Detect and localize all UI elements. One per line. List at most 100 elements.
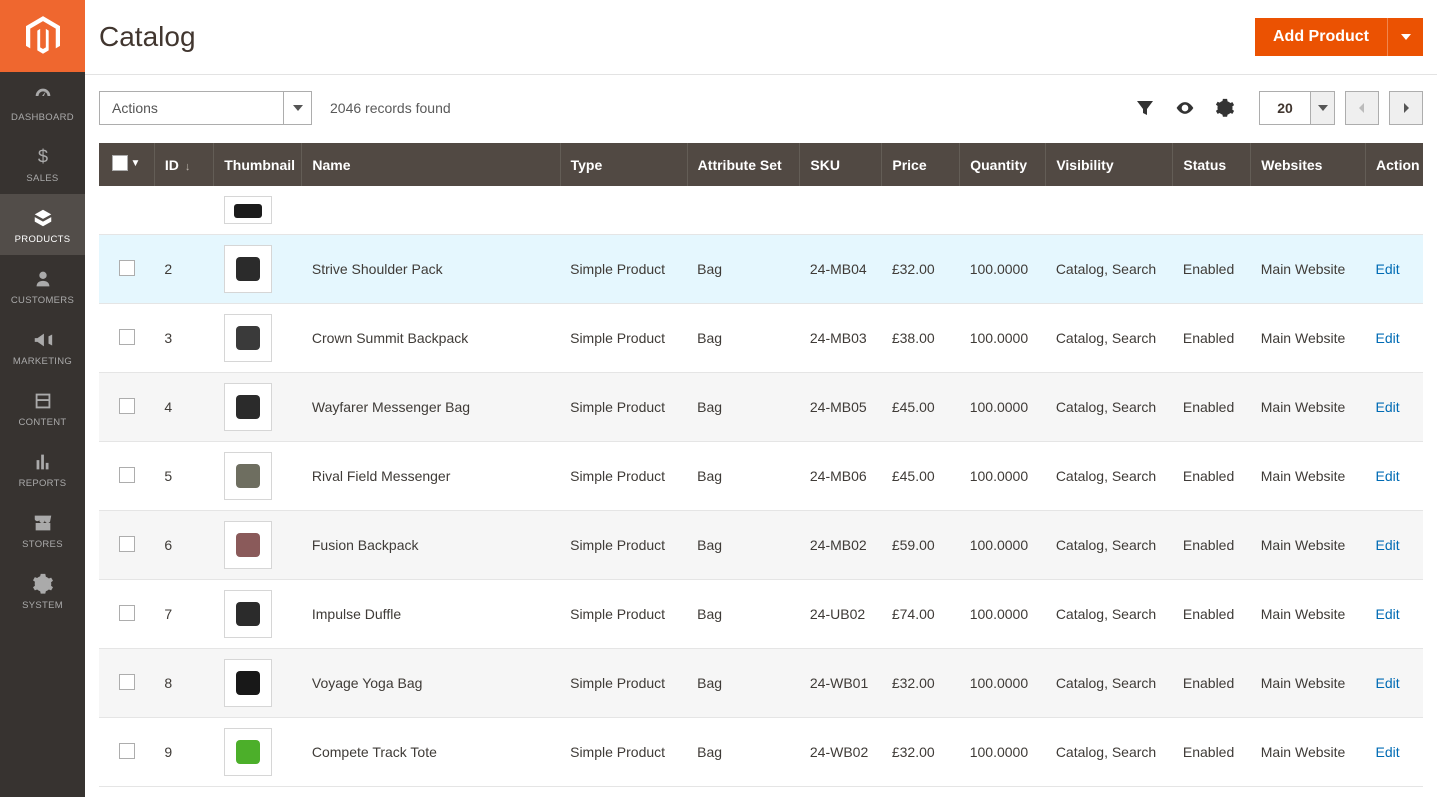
product-thumbnail xyxy=(224,659,272,707)
edit-link[interactable]: Edit xyxy=(1376,330,1400,346)
row-checkbox[interactable] xyxy=(119,467,135,483)
column-websites[interactable]: Websites xyxy=(1251,143,1366,186)
table-row[interactable]: 6Fusion BackpackSimple ProductBag24-MB02… xyxy=(99,511,1423,580)
edit-link[interactable]: Edit xyxy=(1376,537,1400,553)
cell-sku: 24-MB02 xyxy=(800,511,882,580)
product-thumbnail xyxy=(224,521,272,569)
cell-id: 2 xyxy=(154,235,213,304)
header-divider xyxy=(85,74,1437,75)
filter-icon xyxy=(1135,98,1155,118)
sidebar-item-sales[interactable]: $SALES xyxy=(0,133,85,194)
cell-type: Simple Product xyxy=(560,304,687,373)
cell-attribute-set: Bag xyxy=(687,511,800,580)
column-select-all[interactable]: ▼ xyxy=(99,143,154,186)
table-row[interactable]: 8Voyage Yoga BagSimple ProductBag24-WB01… xyxy=(99,649,1423,718)
product-thumbnail xyxy=(224,245,272,293)
page-size-value[interactable]: 20 xyxy=(1259,91,1311,125)
page-title: Catalog xyxy=(99,21,196,53)
table-row[interactable] xyxy=(99,186,1423,235)
add-product-control: Add Product xyxy=(1255,18,1423,56)
column-visibility[interactable]: Visibility xyxy=(1046,143,1173,186)
prev-page-button[interactable] xyxy=(1345,91,1379,125)
column-sku[interactable]: SKU xyxy=(800,143,882,186)
cell-id: 6 xyxy=(154,511,213,580)
column-thumbnail[interactable]: Thumbnail xyxy=(214,143,302,186)
bulk-actions-select[interactable]: Actions xyxy=(99,91,312,125)
edit-link[interactable]: Edit xyxy=(1376,744,1400,760)
row-checkbox[interactable] xyxy=(119,743,135,759)
table-row[interactable]: 4Wayfarer Messenger BagSimple ProductBag… xyxy=(99,373,1423,442)
row-checkbox[interactable] xyxy=(119,329,135,345)
table-row[interactable]: 7Impulse DuffleSimple ProductBag24-UB02£… xyxy=(99,580,1423,649)
cell-name: Crown Summit Backpack xyxy=(302,304,560,373)
cell-sku: 24-MB05 xyxy=(800,373,882,442)
sidebar-item-label: PRODUCTS xyxy=(15,234,71,245)
sidebar-item-customers[interactable]: CUSTOMERS xyxy=(0,255,85,316)
cell-type: Simple Product xyxy=(560,580,687,649)
cell-websites: Main Website xyxy=(1251,649,1366,718)
edit-link[interactable]: Edit xyxy=(1376,468,1400,484)
cell-visibility: Catalog, Search xyxy=(1046,718,1173,787)
row-checkbox[interactable] xyxy=(119,674,135,690)
magento-logo[interactable] xyxy=(0,0,85,72)
column-id[interactable]: ID↓ xyxy=(154,143,213,186)
column-attribute-set[interactable]: Attribute Set xyxy=(687,143,800,186)
sidebar-item-stores[interactable]: STORES xyxy=(0,499,85,560)
magento-logo-icon xyxy=(26,16,60,56)
chevron-right-icon xyxy=(1400,102,1412,114)
select-all-checkbox[interactable] xyxy=(112,155,128,171)
sidebar-item-label: CONTENT xyxy=(18,417,66,428)
column-type[interactable]: Type xyxy=(560,143,687,186)
column-name[interactable]: Name xyxy=(302,143,560,186)
column-action[interactable]: Action xyxy=(1366,143,1423,186)
cell-attribute-set: Bag xyxy=(687,649,800,718)
sidebar-item-marketing[interactable]: MARKETING xyxy=(0,316,85,377)
filters-button[interactable] xyxy=(1131,94,1159,122)
column-quantity[interactable]: Quantity xyxy=(960,143,1046,186)
bulk-actions-toggle[interactable] xyxy=(284,91,312,125)
sidebar-item-reports[interactable]: REPORTS xyxy=(0,438,85,499)
sidebar-item-dashboard[interactable]: DASHBOARD xyxy=(0,72,85,133)
page-size-select[interactable]: 20 xyxy=(1259,91,1335,125)
cell-websites: Main Website xyxy=(1251,304,1366,373)
next-page-button[interactable] xyxy=(1389,91,1423,125)
edit-link[interactable]: Edit xyxy=(1376,261,1400,277)
cell-quantity: 100.0000 xyxy=(960,511,1046,580)
table-row[interactable]: 5Rival Field MessengerSimple ProductBag2… xyxy=(99,442,1423,511)
bulk-actions-label[interactable]: Actions xyxy=(99,91,284,125)
table-row[interactable]: 3Crown Summit BackpackSimple ProductBag2… xyxy=(99,304,1423,373)
sidebar-item-content[interactable]: CONTENT xyxy=(0,377,85,438)
add-product-dropdown-toggle[interactable] xyxy=(1387,18,1423,56)
records-found-label: 2046 records found xyxy=(330,100,451,116)
svg-text:$: $ xyxy=(37,146,47,167)
edit-link[interactable]: Edit xyxy=(1376,399,1400,415)
sidebar-item-products[interactable]: PRODUCTS xyxy=(0,194,85,255)
cell-price: £45.00 xyxy=(882,373,960,442)
cell-name: Rival Field Messenger xyxy=(302,442,560,511)
add-product-button[interactable]: Add Product xyxy=(1255,18,1387,56)
edit-link[interactable]: Edit xyxy=(1376,675,1400,691)
cell-id: 7 xyxy=(154,580,213,649)
cell-name: Impulse Duffle xyxy=(302,580,560,649)
row-checkbox[interactable] xyxy=(119,605,135,621)
edit-link[interactable]: Edit xyxy=(1376,606,1400,622)
products-icon xyxy=(31,206,55,230)
row-checkbox[interactable] xyxy=(119,398,135,414)
sidebar-item-system[interactable]: SYSTEM xyxy=(0,560,85,621)
product-thumbnail xyxy=(224,728,272,776)
cell-price: £32.00 xyxy=(882,649,960,718)
column-status[interactable]: Status xyxy=(1173,143,1251,186)
cell-id: 8 xyxy=(154,649,213,718)
cell-quantity: 100.0000 xyxy=(960,304,1046,373)
caret-down-icon xyxy=(293,103,303,113)
table-row[interactable]: 2Strive Shoulder PackSimple ProductBag24… xyxy=(99,235,1423,304)
columns-button[interactable] xyxy=(1211,94,1239,122)
cell-visibility: Catalog, Search xyxy=(1046,649,1173,718)
row-checkbox[interactable] xyxy=(119,260,135,276)
default-view-button[interactable] xyxy=(1171,94,1199,122)
page-size-toggle[interactable] xyxy=(1311,91,1335,125)
row-checkbox[interactable] xyxy=(119,536,135,552)
column-price[interactable]: Price xyxy=(882,143,960,186)
cell-price: £32.00 xyxy=(882,718,960,787)
table-row[interactable]: 9Compete Track ToteSimple ProductBag24-W… xyxy=(99,718,1423,787)
